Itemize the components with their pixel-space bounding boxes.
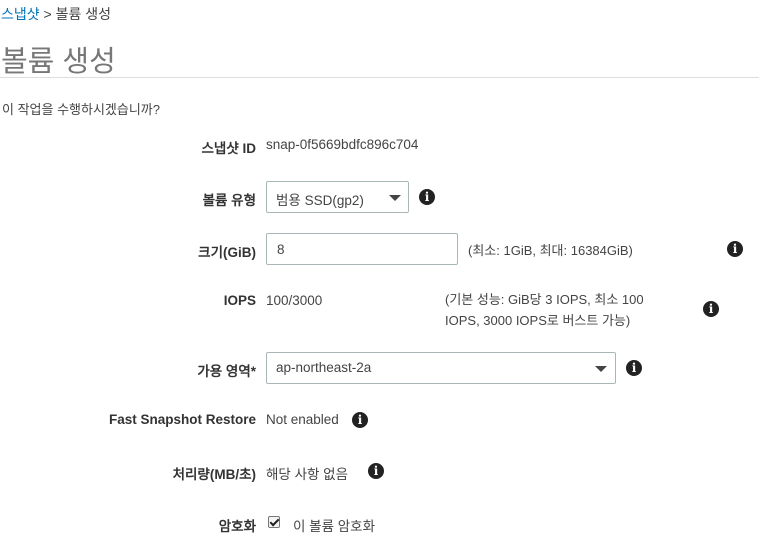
iops-label: IOPS <box>223 293 256 308</box>
snapshot-id-value: snap-0f5669bdfc896c704 <box>266 137 419 152</box>
info-icon[interactable]: i <box>419 189 435 205</box>
encryption-label: 암호화 <box>218 519 256 534</box>
throughput-label: 처리량(MB/초) <box>172 467 256 482</box>
size-label: 크기(GiB) <box>198 245 256 260</box>
fast-snapshot-restore-value: Not enabled <box>266 412 339 427</box>
title-divider <box>0 77 759 78</box>
fast-snapshot-restore-label: Fast Snapshot Restore <box>108 412 256 427</box>
snapshot-id-label: 스냅샷 ID <box>201 141 256 156</box>
iops-hint-line1: (기본 성능: GiB당 3 IOPS, 최소 100 <box>445 292 644 307</box>
caret-down-icon <box>595 366 607 372</box>
info-icon[interactable]: i <box>352 412 368 428</box>
confirmation-question: 이 작업을 수행하시겠습니까? <box>2 102 160 117</box>
info-icon[interactable]: i <box>626 360 642 376</box>
availability-zone-select[interactable]: ap-northeast-2a <box>266 352 616 384</box>
breadcrumb-snapshots-link[interactable]: 스냅샷 <box>1 6 40 22</box>
size-hint: (최소: 1GiB, 최대: 16384GiB) <box>468 243 633 258</box>
info-icon[interactable]: i <box>727 241 743 257</box>
encrypt-volume-checkbox[interactable] <box>268 516 280 528</box>
throughput-value: 해당 사항 없음 <box>266 467 349 482</box>
breadcrumb-separator: > <box>43 6 52 22</box>
availability-zone-label: 가용 영역* <box>197 364 256 379</box>
volume-type-selected: 범용 SSD(gp2) <box>276 193 364 208</box>
volume-type-label: 볼륨 유형 <box>202 193 256 208</box>
volume-type-select[interactable]: 범용 SSD(gp2) <box>266 181 409 213</box>
breadcrumb-current: 볼륨 생성 <box>55 6 112 22</box>
iops-hint-line2: IOPS, 3000 IOPS로 버스트 가능) <box>445 313 631 328</box>
checkmark-icon <box>269 516 280 527</box>
caret-down-icon <box>389 195 401 201</box>
availability-zone-selected: ap-northeast-2a <box>276 360 372 375</box>
info-icon[interactable]: i <box>703 301 719 317</box>
encrypt-volume-checkbox-label[interactable]: 이 볼륨 암호화 <box>293 515 375 535</box>
info-icon[interactable]: i <box>368 463 384 479</box>
breadcrumb: 스냅샷 > 볼륨 생성 <box>1 4 111 24</box>
page-title: 볼륨 생성 <box>1 46 116 78</box>
iops-value: 100/3000 <box>266 293 323 308</box>
size-input[interactable] <box>266 233 458 265</box>
